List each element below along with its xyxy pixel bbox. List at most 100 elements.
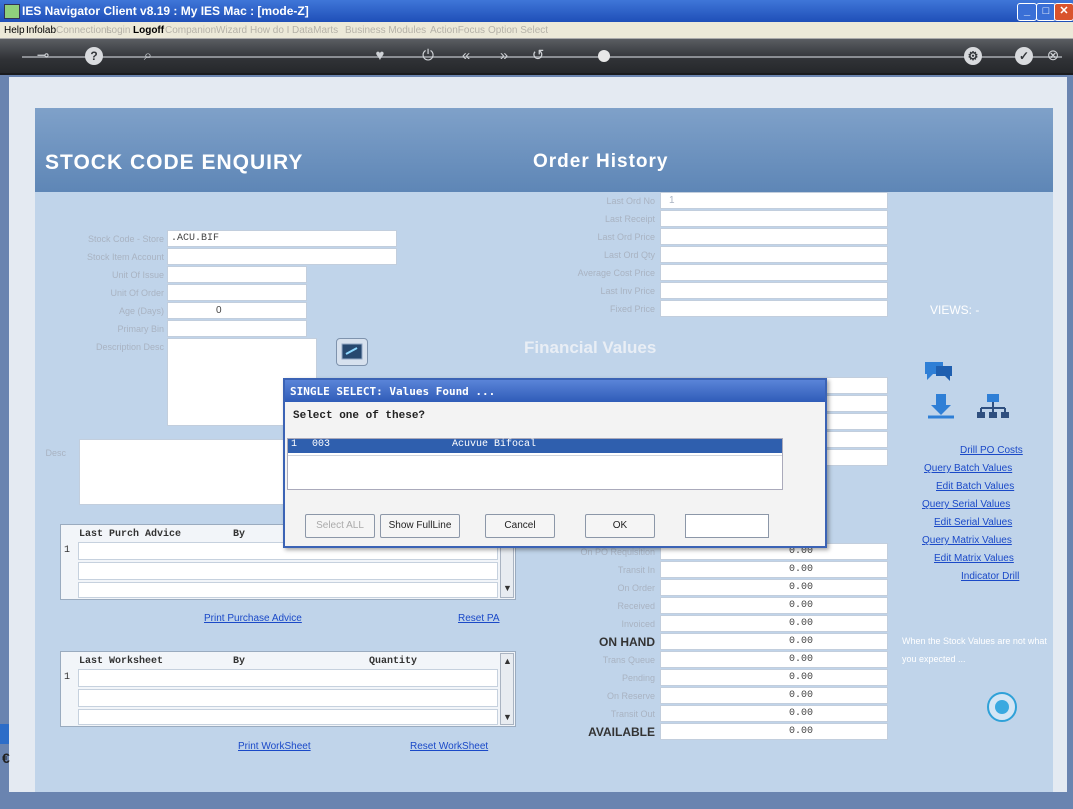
uoi-label: Unit Of Issue xyxy=(111,270,164,280)
desc-label: Desc xyxy=(45,448,66,458)
fixed-price-label: Fixed Price xyxy=(609,304,655,314)
qty-value: 0.00 xyxy=(660,705,888,722)
monitor-icon xyxy=(341,343,363,360)
menu-option-select[interactable]: Option Select xyxy=(488,25,548,36)
stock-code-field[interactable]: .ACU.BIF xyxy=(167,230,397,247)
menu-connections[interactable]: Connections xyxy=(56,25,112,36)
single-select-dialog: SINGLE SELECT: Values Found ... Select o… xyxy=(283,378,827,548)
exit-icon[interactable]: ⊗ xyxy=(1043,46,1063,66)
key-icon[interactable]: ⊸ xyxy=(28,46,58,66)
avg-cost-field[interactable] xyxy=(660,264,888,281)
info-button[interactable] xyxy=(987,692,1017,722)
uou-field[interactable] xyxy=(167,284,307,301)
minimize-button[interactable]: _ xyxy=(1017,3,1037,21)
scroll-down-icon[interactable]: ▼ xyxy=(503,712,512,722)
last-ord-price-label: Last Ord Price xyxy=(597,232,655,242)
forward-icon[interactable]: » xyxy=(494,46,514,66)
menu-actionfocus[interactable]: ActionFocus xyxy=(430,25,485,36)
last-receipt-field[interactable] xyxy=(660,210,888,227)
side-tab[interactable] xyxy=(0,724,9,744)
help-icon[interactable]: ? xyxy=(85,47,103,65)
menu-help[interactable]: Help xyxy=(4,25,25,36)
last-ord-no-field[interactable]: 1 xyxy=(660,192,888,209)
description-label: Description Desc xyxy=(95,342,164,352)
heart-icon[interactable]: ♥ xyxy=(370,46,390,66)
reset-worksheet-link[interactable]: Reset WorkSheet xyxy=(410,741,488,752)
chat-icon[interactable] xyxy=(922,356,956,386)
ok-button[interactable]: OK xyxy=(585,514,655,538)
indicator-drill-link[interactable]: Indicator Drill xyxy=(961,571,1019,582)
desc-field[interactable] xyxy=(79,439,289,505)
menu-companion[interactable]: Companion xyxy=(165,25,216,36)
worksheet-by-header: By xyxy=(233,656,246,667)
uoi-field[interactable] xyxy=(167,266,307,283)
power-icon[interactable]: ⏻ xyxy=(418,46,438,66)
menu-logoff[interactable]: Logoff xyxy=(133,25,164,36)
scroll-up-icon[interactable]: ▲ xyxy=(503,656,512,666)
order-history-title: Order History xyxy=(533,151,669,172)
worksheet-scrollbar[interactable]: ▲ ▼ xyxy=(500,653,514,725)
tools-button[interactable] xyxy=(336,338,368,366)
available-label: AVAILABLE xyxy=(588,725,655,739)
purchase-by-header: By xyxy=(233,529,246,540)
dialog-list: 1 003 Acuvue Bifocal xyxy=(287,438,783,490)
stock-account-field[interactable] xyxy=(167,248,397,265)
print-worksheet-link[interactable]: Print WorkSheet xyxy=(238,741,311,752)
scroll-down-icon[interactable]: ▼ xyxy=(503,583,512,593)
menu-how-do-i[interactable]: How do I xyxy=(250,25,289,36)
drill-po-costs-link[interactable]: Drill PO Costs xyxy=(960,445,1023,456)
query-serial-values-link[interactable]: Query Serial Values xyxy=(922,499,1010,510)
download-icon[interactable] xyxy=(926,392,956,422)
query-matrix-values-link[interactable]: Query Matrix Values xyxy=(922,535,1012,546)
cancel-button[interactable]: Cancel xyxy=(485,514,555,538)
on-hand-value: 0.00 xyxy=(660,633,888,650)
print-purchase-advice-link[interactable]: Print Purchase Advice xyxy=(204,613,302,624)
age-field[interactable]: 0 xyxy=(167,302,307,319)
qty-value: 0.00 xyxy=(660,561,888,578)
dialog-input[interactable] xyxy=(685,514,769,538)
search-icon[interactable]: ⌕ xyxy=(138,46,158,66)
list-item[interactable]: 1 003 Acuvue Bifocal xyxy=(288,439,782,453)
info-icon xyxy=(995,700,1009,714)
purchase-row[interactable] xyxy=(78,582,498,598)
primary-bin-field[interactable] xyxy=(167,320,307,337)
edit-batch-values-link[interactable]: Edit Batch Values xyxy=(936,481,1014,492)
check-icon[interactable]: ✓ xyxy=(1015,47,1033,65)
fixed-price-field[interactable] xyxy=(660,300,888,317)
close-button[interactable]: ✕ xyxy=(1054,3,1073,21)
last-inv-price-field[interactable] xyxy=(660,282,888,299)
edit-matrix-values-link[interactable]: Edit Matrix Values xyxy=(934,553,1014,564)
hierarchy-icon[interactable] xyxy=(976,392,1010,422)
settings-icon[interactable]: ⚙ xyxy=(964,47,982,65)
last-ord-qty-label: Last Ord Qty xyxy=(603,250,655,260)
last-ord-qty-field[interactable] xyxy=(660,246,888,263)
select-all-button[interactable]: Select ALL xyxy=(305,514,375,538)
worksheet-row[interactable] xyxy=(78,689,498,707)
query-batch-values-link[interactable]: Query Batch Values xyxy=(924,463,1012,474)
menu-login[interactable]: Login xyxy=(106,25,130,36)
menu-infolab[interactable]: Infolab xyxy=(26,25,56,36)
purchase-scrollbar[interactable]: ▼ xyxy=(500,542,514,598)
edit-serial-values-link[interactable]: Edit Serial Values xyxy=(934,517,1012,528)
menu-wizard[interactable]: Wizard xyxy=(216,25,247,36)
worksheet-row[interactable] xyxy=(78,709,498,725)
maximize-button[interactable]: □ xyxy=(1036,3,1056,21)
row-number: 1 xyxy=(64,545,71,556)
menu-business-modules[interactable]: Business Modules xyxy=(345,25,426,36)
qty-label: Transit Out xyxy=(610,709,655,719)
purchase-row[interactable] xyxy=(78,562,498,580)
window-title: IES Navigator Client v8.19 : My IES Mac … xyxy=(22,4,309,18)
worksheet-grid: Last Worksheet By Quantity 1 ▲ ▼ xyxy=(60,651,516,727)
worksheet-row[interactable] xyxy=(78,669,498,687)
refresh-icon[interactable]: ↺ xyxy=(528,46,548,66)
last-ord-no-label: Last Ord No xyxy=(606,196,655,206)
on-hand-label: ON HAND xyxy=(599,635,655,649)
record-icon[interactable] xyxy=(598,50,610,62)
qty-value: 0.00 xyxy=(660,651,888,668)
age-label: Age (Days) xyxy=(118,306,164,316)
back-icon[interactable]: « xyxy=(456,46,476,66)
reset-pa-link[interactable]: Reset PA xyxy=(458,613,500,624)
last-ord-price-field[interactable] xyxy=(660,228,888,245)
show-full-line-button[interactable]: Show FullLine xyxy=(380,514,460,538)
menu-datamarts[interactable]: DataMarts xyxy=(292,25,338,36)
